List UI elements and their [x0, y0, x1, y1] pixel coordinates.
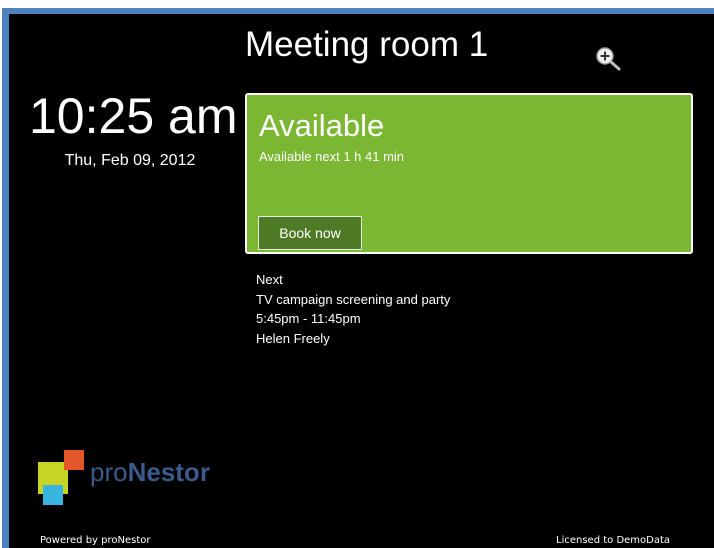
room-title: Meeting room 1: [245, 25, 489, 64]
next-meeting-organizer: Helen Freely: [256, 330, 330, 346]
powered-by-text: Powered by proNestor: [40, 535, 151, 546]
room-display: Meeting room 1 10:25 am Thu, Feb 09, 201…: [9, 14, 714, 548]
next-meeting: Next TV campaign screening and party 5:4…: [256, 270, 676, 348]
current-time: 10:25 am: [29, 88, 238, 144]
availability-card: Available Available next 1 h 41 min Book…: [245, 93, 693, 254]
book-now-button[interactable]: Book now: [258, 216, 362, 250]
pronestor-wordmark: proNestor: [90, 457, 210, 487]
availability-status: Available: [259, 108, 385, 143]
current-date: Thu, Feb 09, 2012: [64, 152, 196, 169]
pronestor-logo-mark: [38, 450, 84, 505]
zoom-in-icon[interactable]: [595, 46, 621, 72]
next-meeting-time: 5:45pm - 11:45pm: [256, 311, 361, 326]
next-meeting-name: TV campaign screening and party: [256, 291, 451, 307]
pronestor-logo: proNestor: [38, 450, 228, 510]
availability-detail: Available next 1 h 41 min: [259, 149, 405, 164]
license-text: Licensed to DemoData: [556, 535, 671, 546]
next-meeting-heading: Next: [256, 272, 283, 287]
